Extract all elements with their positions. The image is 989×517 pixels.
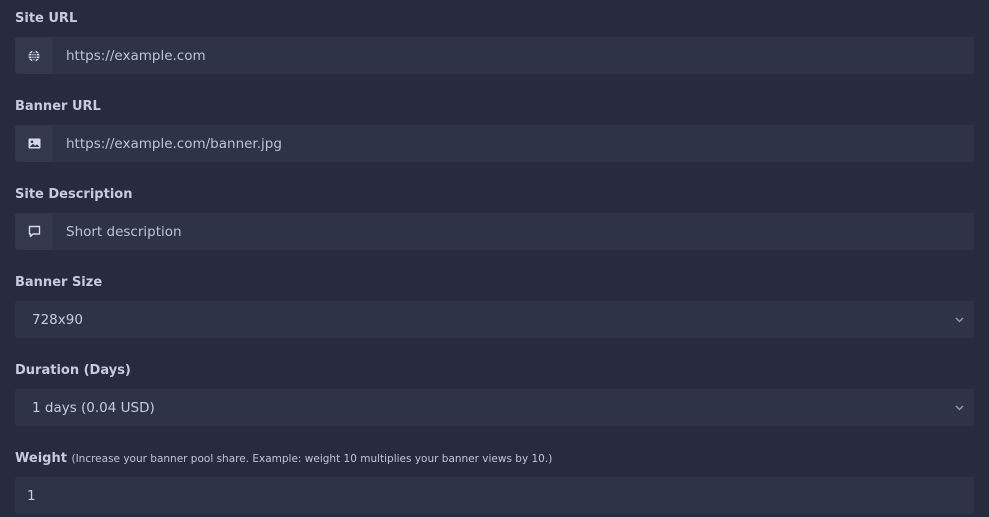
weight-input[interactable]: 1: [15, 488, 36, 504]
banner-url-field[interactable]: https://example.com/banner.jpg: [15, 125, 974, 162]
weight-label-text: Weight: [15, 451, 67, 466]
banner-url-input[interactable]: https://example.com/banner.jpg: [54, 136, 282, 152]
banner-size-label: Banner Size: [15, 275, 103, 290]
site-url-field[interactable]: https://example.com: [15, 37, 974, 74]
weight-label: Weight (Increase your banner pool share.…: [15, 451, 552, 466]
banner-url-label: Banner URL: [15, 99, 101, 114]
duration-value: 1 days (0.04 USD): [32, 399, 155, 416]
chevron-down-icon: [944, 317, 974, 323]
image-icon: [15, 125, 54, 162]
site-description-label: Site Description: [15, 187, 133, 202]
banner-ad-form: Site URL https://example.com Banner URL …: [0, 0, 989, 517]
globe-icon: [15, 37, 54, 74]
form-card: [0, 0, 989, 517]
site-description-input[interactable]: Short description: [54, 224, 182, 240]
weight-hint: (Increase your banner pool share. Exampl…: [71, 453, 553, 465]
weight-field[interactable]: 1: [15, 477, 974, 514]
site-url-label: Site URL: [15, 11, 78, 26]
banner-size-select[interactable]: 728x90: [15, 301, 974, 338]
site-description-field[interactable]: Short description: [15, 213, 974, 250]
chevron-down-icon: [944, 405, 974, 411]
site-url-input[interactable]: https://example.com: [54, 48, 206, 64]
duration-select[interactable]: 1 days (0.04 USD): [15, 389, 974, 426]
duration-label: Duration (Days): [15, 363, 131, 378]
banner-size-value: 728x90: [32, 311, 83, 328]
comment-icon: [15, 213, 54, 250]
